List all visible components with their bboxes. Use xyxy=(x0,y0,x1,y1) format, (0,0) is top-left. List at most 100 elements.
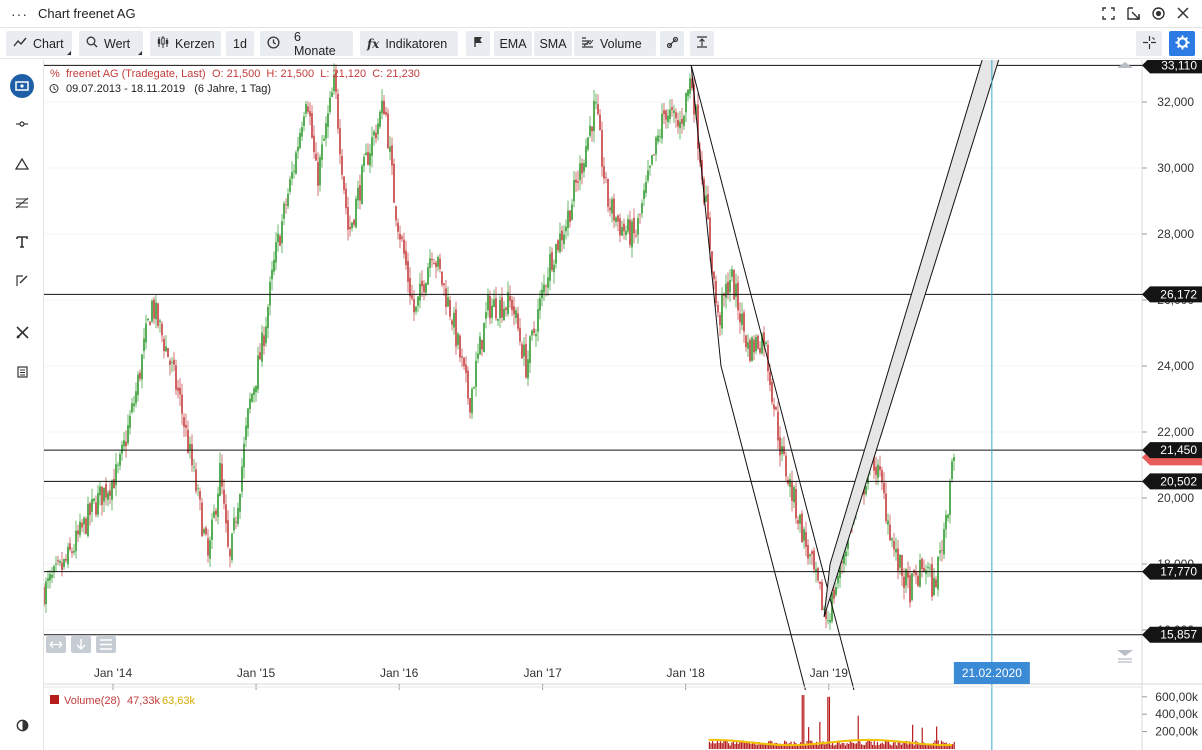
volume-tick-label: 400,00k xyxy=(1155,707,1199,721)
candle-body xyxy=(199,491,201,500)
crosshair-button[interactable] xyxy=(1136,31,1162,56)
candle-body xyxy=(885,493,887,522)
candle-body xyxy=(61,562,63,570)
candle-body xyxy=(203,529,205,534)
volume-bar xyxy=(720,741,722,749)
price-chart[interactable]: 16,00018,00020,00022,00024,00026,00028,0… xyxy=(44,60,1202,750)
candle-body xyxy=(177,387,179,391)
volume-button[interactable]: Volume xyxy=(574,31,656,56)
candle-body xyxy=(747,342,749,349)
fibonacci-icon[interactable] xyxy=(10,191,34,215)
export-button[interactable] xyxy=(690,31,714,56)
sma-button[interactable]: SMA xyxy=(534,31,572,56)
volume-axis-ticks: 600,00k 400,00k 200,00k xyxy=(1142,690,1199,739)
candle-body xyxy=(891,538,893,541)
bookmark-button[interactable] xyxy=(466,31,490,56)
candle-body xyxy=(893,540,895,550)
candle-body xyxy=(801,513,803,543)
candle-body xyxy=(451,320,453,325)
candle-body xyxy=(193,466,195,468)
candle-body xyxy=(307,106,309,112)
candle-body xyxy=(437,256,439,267)
candle-body xyxy=(495,298,497,319)
candle-body xyxy=(321,144,323,160)
tools-icon[interactable] xyxy=(10,320,34,344)
pencil-icon[interactable] xyxy=(10,269,34,293)
price-tick-label: 24,000 xyxy=(1157,359,1194,373)
volume-bar xyxy=(920,744,922,749)
candle-body xyxy=(163,338,165,352)
triangle-icon[interactable] xyxy=(10,152,34,176)
candle-body xyxy=(877,464,879,478)
candle-body xyxy=(927,566,929,568)
legend-name[interactable]: freenet AG (Tradegate, Last) xyxy=(66,68,206,80)
ellipsis-icon[interactable]: ··· xyxy=(11,6,28,22)
candle-body xyxy=(325,123,327,139)
volume-bar xyxy=(766,744,768,749)
candle-body xyxy=(733,270,735,300)
candle-body xyxy=(569,210,571,223)
chart-type-icon[interactable] xyxy=(10,74,34,98)
candle-body xyxy=(581,163,583,174)
candle-body xyxy=(59,560,61,563)
candle-body xyxy=(281,221,283,244)
volume-pane: Volume(28) 47,33k 63,63k 600,00k 400,00k 2… xyxy=(44,686,1199,749)
volume-bar xyxy=(851,742,853,749)
ema-button[interactable]: EMA xyxy=(494,31,532,56)
chart-button[interactable]: Chart xyxy=(6,31,72,56)
candle-body xyxy=(899,554,901,568)
record-icon[interactable] xyxy=(1151,6,1165,20)
title-bar: ··· Chart freenet AG xyxy=(0,0,1202,28)
time-tick-label: Jan '14 xyxy=(94,666,133,680)
candle-body xyxy=(931,564,933,597)
line-tool-icon[interactable] xyxy=(10,112,34,136)
candle-body xyxy=(513,306,515,315)
candle-body xyxy=(353,219,355,225)
candle-body xyxy=(185,424,187,428)
volume-bar xyxy=(708,741,711,749)
text-icon[interactable] xyxy=(10,230,34,254)
compare-button[interactable] xyxy=(660,31,684,56)
calculator-icon[interactable] xyxy=(10,360,34,384)
candle-body xyxy=(287,194,289,207)
candle-body xyxy=(249,398,251,410)
candle-body xyxy=(647,170,649,181)
fullscreen-icon[interactable] xyxy=(1101,6,1115,20)
candle-body xyxy=(125,441,127,447)
candle-body xyxy=(483,322,485,353)
close-icon[interactable] xyxy=(1176,6,1190,20)
candle-body xyxy=(339,128,341,155)
interval-button[interactable]: 1d xyxy=(226,31,254,56)
candle-body xyxy=(771,382,773,403)
contrast-icon[interactable] xyxy=(10,713,34,737)
candle-body xyxy=(189,443,191,451)
indicators-button[interactable]: fx Indikatoren xyxy=(360,31,458,56)
candle-body xyxy=(73,550,75,553)
volume-bar xyxy=(857,715,859,749)
kerzen-button[interactable]: Kerzen xyxy=(150,31,221,56)
sma-label: SMA xyxy=(539,36,567,51)
candle-body xyxy=(815,568,817,571)
settings-button[interactable] xyxy=(1169,31,1195,56)
range-button[interactable]: 6 Monate xyxy=(260,30,353,58)
volume-bar xyxy=(918,744,920,749)
plot-area[interactable] xyxy=(44,60,1142,684)
candle-body xyxy=(361,165,363,205)
candle-body xyxy=(213,511,215,518)
candle-body xyxy=(373,131,375,136)
candle-body xyxy=(319,157,321,186)
volume-bar xyxy=(739,741,741,749)
volume-bar xyxy=(716,740,719,749)
candle-body xyxy=(459,335,461,358)
candle-body xyxy=(115,464,117,486)
candle-body xyxy=(653,154,655,156)
candle-body xyxy=(89,503,91,516)
volume-bar xyxy=(860,744,863,749)
volume-bar xyxy=(902,742,904,749)
volume-bar xyxy=(817,745,819,749)
candle-body xyxy=(797,520,799,524)
popout-icon[interactable] xyxy=(1126,6,1140,20)
candle-body xyxy=(543,284,545,293)
wert-button[interactable]: Wert xyxy=(79,31,143,56)
volume-bar xyxy=(841,742,843,749)
